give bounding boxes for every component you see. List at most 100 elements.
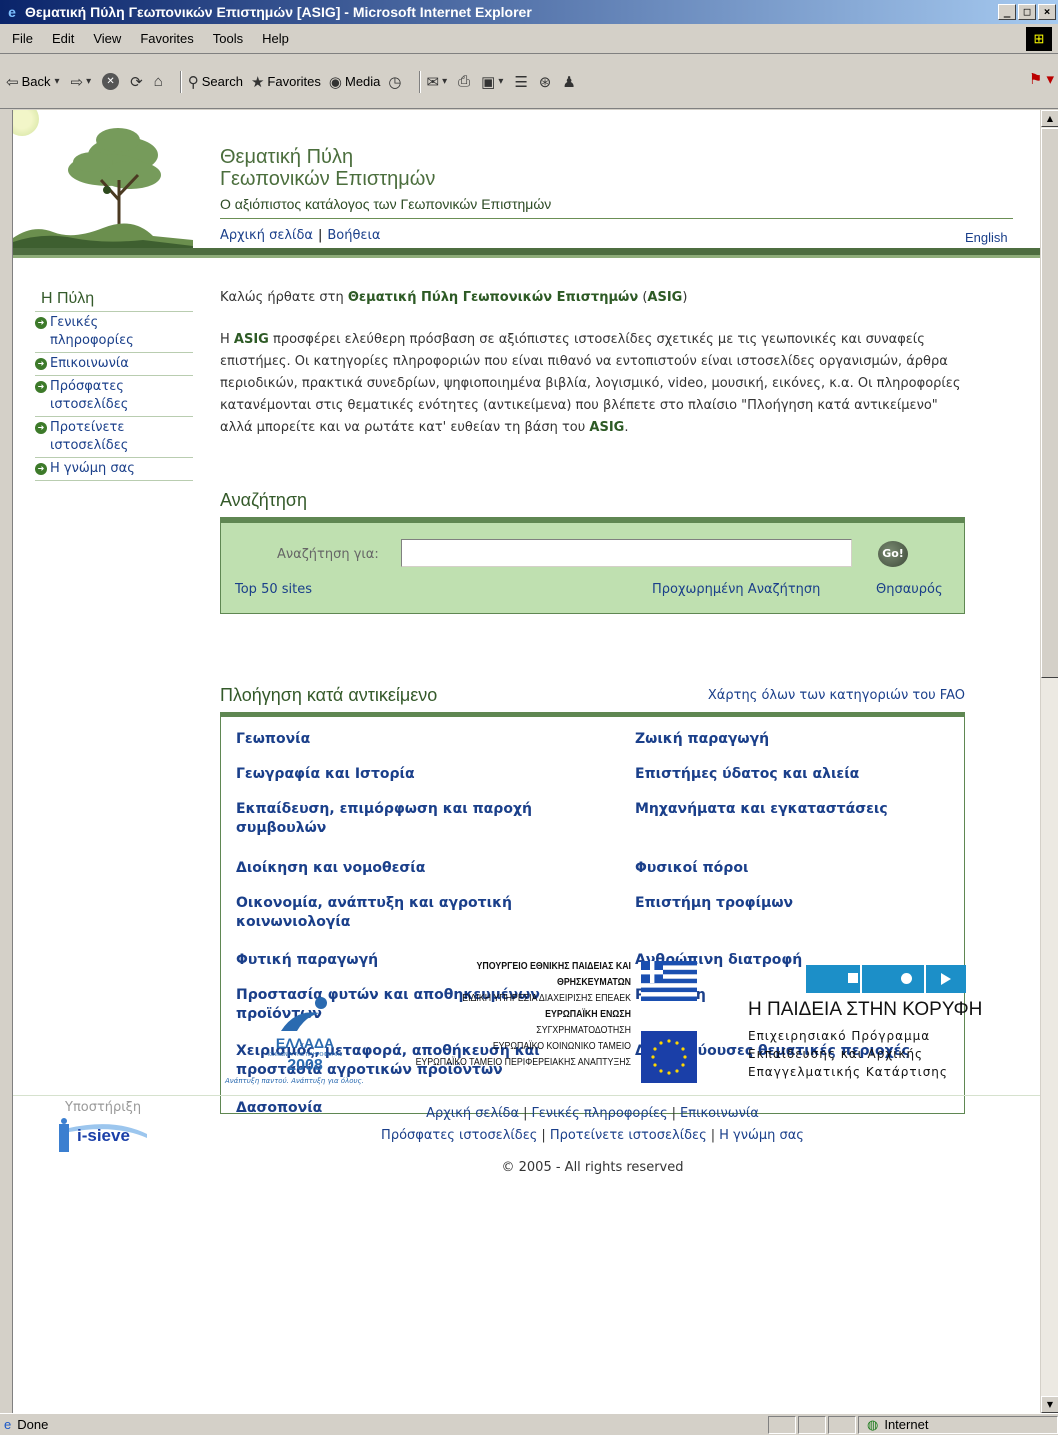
scroll-thumb[interactable] xyxy=(1041,128,1058,678)
window-titlebar: e Θεματική Πύλη Γεωπονικών Επιστημών [AS… xyxy=(0,0,1058,24)
forward-arrow-icon: ⇨ xyxy=(70,73,84,91)
go-button[interactable]: Go! xyxy=(878,541,908,567)
refresh-button[interactable]: ⟳ xyxy=(130,73,146,91)
globe-icon: ◍ xyxy=(867,1416,879,1432)
menu-view[interactable]: View xyxy=(93,31,121,46)
status-text-area: e Done xyxy=(0,1417,766,1432)
media-button[interactable]: ◉ Media xyxy=(329,73,381,91)
sidebar-title: Η Πύλη xyxy=(41,290,95,307)
category-link[interactable]: Ζωική παραγωγή xyxy=(635,730,955,749)
help-link[interactable]: Βοήθεια xyxy=(327,228,380,243)
category-link[interactable]: Φυσικοί πόροι xyxy=(635,859,955,878)
menu-edit[interactable]: Edit xyxy=(52,31,74,46)
standard-toolbar: ⇦ Back ▾ ⇨ ▾ ✕ ⟳ ⌂ ⚲ Search ★ Favorites … xyxy=(0,55,1058,109)
search-input[interactable] xyxy=(401,539,852,567)
forward-button[interactable]: ⇨ ▾ xyxy=(71,73,95,91)
nav-separator: | xyxy=(317,228,323,243)
thesaurus-link[interactable]: Θησαυρός xyxy=(876,582,943,597)
category-link[interactable]: Γεωπονία xyxy=(236,730,596,749)
menu-help[interactable]: Help xyxy=(262,31,289,46)
vertical-scrollbar[interactable]: ▲ ▼ xyxy=(1040,110,1058,1413)
dropdown-arrow-icon: ▾ xyxy=(498,76,504,87)
arrow-bullet-icon: ➜ xyxy=(35,422,47,434)
footer-contact-link[interactable]: Επικοινωνία xyxy=(680,1106,759,1121)
toolbar-separator xyxy=(179,70,182,93)
stop-button[interactable]: ✕ xyxy=(102,73,122,90)
menu-favorites[interactable]: Favorites xyxy=(140,31,193,46)
ministry-line: ΣΥΓΧΡΗΜΑΤΟΔΟΤΗΣΗ xyxy=(536,1025,631,1036)
category-link[interactable]: Μηχανήματα και εγκαταστάσεις xyxy=(635,800,955,819)
site-header: Θεματική Πύλη Γεωπονικών Επιστημών Ο αξι… xyxy=(13,110,1040,260)
sidebar: Η Πύλη ➜ Γενικές πληροφορίες ➜ Επικοινωνία… xyxy=(35,290,193,481)
ie-logo-icon: e xyxy=(8,4,16,20)
browse-section-title: Πλοήγηση κατά αντικείμενο xyxy=(220,685,438,705)
dropdown-arrow-icon: ▾ xyxy=(442,76,448,87)
isieve-logo[interactable]: i-sieve xyxy=(55,1118,151,1154)
footer-separator: | xyxy=(671,1106,677,1121)
dropdown-arrow-icon: ▾ xyxy=(86,76,92,87)
messenger-button[interactable]: ♟ xyxy=(562,73,578,91)
research-button[interactable]: ⊛ xyxy=(539,73,555,91)
discuss-button[interactable]: ☰ xyxy=(514,73,530,91)
logo-divider xyxy=(860,965,862,993)
back-arrow-icon: ⇦ xyxy=(6,73,19,91)
translate-icon[interactable]: ⚑ ▾ xyxy=(1029,70,1054,88)
ellada-text: ΕΛΛΑΔΑ xyxy=(275,1035,335,1051)
mail-button[interactable]: ✉ ▾ xyxy=(427,73,451,91)
footer-feedback-link[interactable]: Η γνώμη σας xyxy=(719,1128,804,1143)
edit-button[interactable]: ▣ ▾ xyxy=(481,73,506,91)
back-button[interactable]: ⇦ Back ▾ xyxy=(6,73,63,91)
footer-general-info-link[interactable]: Γενικές πληροφορίες xyxy=(531,1106,667,1121)
sidebar-item-feedback[interactable]: ➜ Η γνώμη σας xyxy=(35,457,193,481)
site-title-line1: Θεματική Πύλη xyxy=(220,146,354,168)
arrow-bullet-icon: ➜ xyxy=(35,463,47,475)
welcome-prefix: Καλώς ήρθατε στη xyxy=(220,290,348,305)
media-icon: ◉ xyxy=(328,73,342,91)
history-button[interactable]: ◷ xyxy=(388,73,404,91)
ellada-2008-logo: ΕΛΛΑΔΑ ΚΟΙΝΩΝΙΑ ΤΗΣ ΠΛΗΡΟΦΟΡΙΑΣ 2008 Ανά… xyxy=(225,995,385,1089)
home-button[interactable]: ⌂ xyxy=(154,73,166,90)
ministry-text: ΥΠΟΥΡΓΕΙΟ ΕΘΝΙΚΗΣ ΠΑΙΔΕΙΑΣ ΚΑΙ ΘΡΗΣΚΕΥΜΑ… xyxy=(404,959,631,1071)
print-button[interactable]: ⎙ xyxy=(458,73,473,90)
sidebar-item-recent-sites[interactable]: ➜ Πρόσφατες ιστοσελίδες xyxy=(35,375,193,416)
sidebar-item-general-info[interactable]: ➜ Γενικές πληροφορίες xyxy=(35,311,193,352)
circle-icon xyxy=(901,973,912,984)
category-link[interactable]: Επιστήμη τροφίμων xyxy=(635,894,955,913)
search-section-title: Αναζήτηση xyxy=(220,490,307,510)
maximize-button[interactable]: □ xyxy=(1018,4,1036,20)
footer-links-row2: Πρόσφατες ιστοσελίδες | Προτείνετε ιστοσελ… xyxy=(220,1128,965,1143)
search-button[interactable]: ⚲ Search xyxy=(188,73,243,91)
advanced-search-link[interactable]: Προχωρημένη Αναζήτηση xyxy=(652,582,820,597)
sidebar-item-contact[interactable]: ➜ Επικοινωνία xyxy=(35,352,193,375)
scroll-up-arrow-icon[interactable]: ▲ xyxy=(1041,110,1058,127)
security-zone: ◍ Internet xyxy=(858,1415,1058,1434)
menu-tools[interactable]: Tools xyxy=(213,31,243,46)
footer-suggest-link[interactable]: Προτείνετε ιστοσελίδες xyxy=(550,1128,707,1143)
category-link[interactable]: Διοίκηση και νομοθεσία xyxy=(236,859,596,878)
intro-prefix: Η xyxy=(220,332,234,347)
sidebar-item-suggest-sites[interactable]: ➜ Προτείνετε ιστοσελίδες xyxy=(35,416,193,457)
minimize-button[interactable]: _ xyxy=(998,4,1016,20)
footer-recent-link[interactable]: Πρόσφατες ιστοσελίδες xyxy=(381,1128,537,1143)
window-title: Θεματική Πύλη Γεωπονικών Επιστημών [ASIG… xyxy=(25,4,532,20)
category-link[interactable]: Γεωγραφία και Ιστορία xyxy=(236,765,596,784)
close-button[interactable]: × xyxy=(1038,4,1056,20)
menu-file[interactable]: File xyxy=(12,31,33,46)
category-link[interactable]: Εκπαίδευση, επιμόρφωση και παροχή συμβου… xyxy=(236,800,596,838)
favorites-icon: ★ xyxy=(250,73,265,91)
welcome-text: Καλώς ήρθατε στη Θεματική Πύλη Γεωπονικώ… xyxy=(220,290,965,305)
research-icon: ⊛ xyxy=(538,73,552,91)
back-label: Back xyxy=(21,74,51,89)
footer-home-link[interactable]: Αρχική σελίδα xyxy=(426,1106,519,1121)
english-link[interactable]: English xyxy=(965,230,1008,245)
favorites-button[interactable]: ★ Favorites xyxy=(251,73,321,91)
category-link[interactable]: Οικονομία, ανάπτυξη και αγροτική κοινωνι… xyxy=(236,894,566,932)
top50-link[interactable]: Top 50 sites xyxy=(235,582,312,597)
search-label: Search xyxy=(201,74,243,89)
scroll-down-arrow-icon[interactable]: ▼ xyxy=(1041,1396,1058,1413)
home-link[interactable]: Αρχική σελίδα xyxy=(220,228,313,243)
category-link[interactable]: Επιστήμες ύδατος και αλιεία xyxy=(635,765,955,784)
sponsor-logos: ΕΛΛΑΔΑ ΚΟΙΝΩΝΙΑ ΤΗΣ ΠΛΗΡΟΦΟΡΙΑΣ 2008 Ανά… xyxy=(13,955,1040,1095)
sidebar-item-label: Επικοινωνία xyxy=(50,356,129,371)
fao-map-link[interactable]: Χάρτης όλων των κατηγοριών του FAO xyxy=(708,688,965,703)
